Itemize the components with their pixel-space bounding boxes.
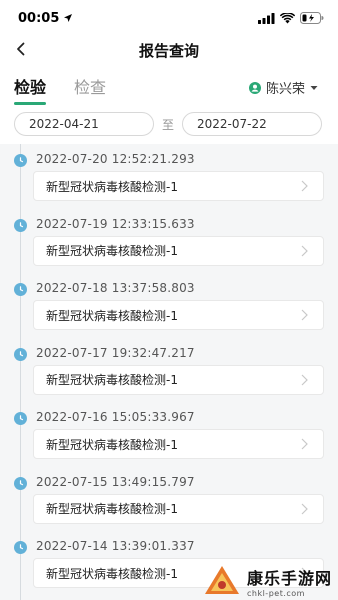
report-item[interactable]: 新型冠状病毒核酸检测-1 — [33, 235, 324, 266]
report-entry: 2022-07-15 13:49:15.797 新型冠状病毒核酸检测-1 — [0, 471, 338, 535]
watermark-logo-icon — [204, 566, 239, 594]
report-list: 2022-07-20 12:52:21.293 新型冠状病毒核酸检测-1 2022-… — [0, 144, 338, 600]
report-time: 2022-07-15 13:49:15.797 — [36, 474, 195, 489]
status-time-group: 00:05 — [18, 11, 73, 26]
chevron-right-icon — [301, 308, 311, 322]
clock-icon — [14, 154, 27, 167]
report-item[interactable]: 新型冠状病毒核酸检测-1 — [33, 300, 324, 330]
report-name: 新型冠状病毒核酸检测-1 — [46, 437, 178, 452]
watermark: 康乐手游网 chkl-pet.com — [203, 564, 332, 598]
clock-icon — [14, 283, 27, 296]
user-selector[interactable]: 陈兴荣 — [248, 78, 318, 97]
chevron-right-icon — [301, 373, 311, 387]
report-item[interactable]: 新型冠状病毒核酸检测-1 — [33, 493, 324, 524]
report-item[interactable]: 新型冠状病毒核酸检测-1 — [33, 429, 324, 459]
clock-icon — [14, 541, 27, 554]
report-entry: 2022-07-17 19:32:47.217 新型冠状病毒核酸检测-1 — [0, 342, 338, 406]
date-separator: 至 — [161, 117, 174, 132]
report-tabs: 检验 检查 陈兴荣 — [0, 64, 338, 108]
status-bar: 00:05 — [0, 0, 338, 36]
report-entry: 2022-07-20 12:52:21.293 新型冠状病毒核酸检测-1 — [0, 148, 338, 212]
page-title: 报告查询 — [138, 41, 199, 60]
user-icon — [248, 81, 261, 94]
report-entry: 2022-07-19 12:33:15.633 新型冠状病毒核酸检测-1 — [0, 213, 338, 277]
clock-icon — [14, 412, 27, 425]
report-entry: 2022-07-16 15:05:33.967 新型冠状病毒核酸检测-1 — [0, 406, 338, 470]
report-name: 新型冠状病毒核酸检测-1 — [46, 566, 178, 581]
report-entry: 2022-07-18 13:37:58.803 新型冠状病毒核酸检测-1 — [0, 277, 338, 341]
report-name: 新型冠状病毒核酸检测-1 — [46, 179, 178, 194]
clock-icon — [14, 347, 27, 361]
caret-down-icon — [310, 85, 318, 90]
report-name: 新型冠状病毒核酸检测-1 — [46, 244, 178, 258]
report-time: 2022-07-19 12:33:15.633 — [36, 216, 195, 231]
start-date-field[interactable]: 2022-04-21 — [14, 112, 154, 136]
report-time: 2022-07-16 15:05:33.967 — [36, 410, 195, 424]
back-button[interactable] — [10, 38, 32, 60]
chevron-right-icon — [301, 244, 311, 258]
clock-icon — [14, 476, 27, 490]
status-time: 00:05 — [18, 10, 60, 26]
watermark-text: 康乐手游网 chkl-pet.com — [247, 565, 332, 598]
report-time: 2022-07-18 13:37:58.803 — [36, 281, 195, 295]
watermark-sub: chkl-pet.com — [246, 588, 305, 598]
watermark-main: 康乐手游网 — [246, 568, 332, 588]
report-item[interactable]: 新型冠状病毒核酸检测-1 — [33, 364, 324, 395]
date-range: 2022-04-21 至 2022-07-22 — [0, 111, 338, 137]
report-time: 2022-07-14 13:39:01.337 — [36, 539, 195, 553]
report-item[interactable]: 新型冠状病毒核酸检测-1 — [33, 171, 324, 201]
signal-icon — [258, 12, 275, 24]
report-time: 2022-07-17 19:32:47.217 — [36, 345, 195, 360]
status-icons — [258, 12, 324, 24]
battery-icon — [300, 12, 324, 24]
user-name: 陈兴荣 — [265, 82, 305, 97]
chevron-right-icon — [301, 179, 311, 193]
report-name: 新型冠状病毒核酸检测-1 — [46, 308, 178, 323]
report-time: 2022-07-20 12:52:21.293 — [36, 152, 195, 166]
wifi-icon — [280, 12, 295, 23]
tab-examination[interactable]: 检查 — [74, 74, 106, 98]
chevron-right-icon — [301, 437, 311, 451]
chevron-left-icon — [17, 42, 25, 56]
report-name: 新型冠状病毒核酸检测-1 — [46, 373, 178, 387]
end-date-field[interactable]: 2022-07-22 — [182, 112, 322, 136]
location-arrow-icon — [64, 14, 73, 22]
chevron-right-icon — [301, 502, 311, 516]
clock-icon — [14, 218, 27, 232]
nav-bar: 报告查询 — [0, 36, 338, 64]
tab-lab-test[interactable]: 检验 — [14, 74, 47, 105]
report-name: 新型冠状病毒核酸检测-1 — [46, 502, 178, 516]
